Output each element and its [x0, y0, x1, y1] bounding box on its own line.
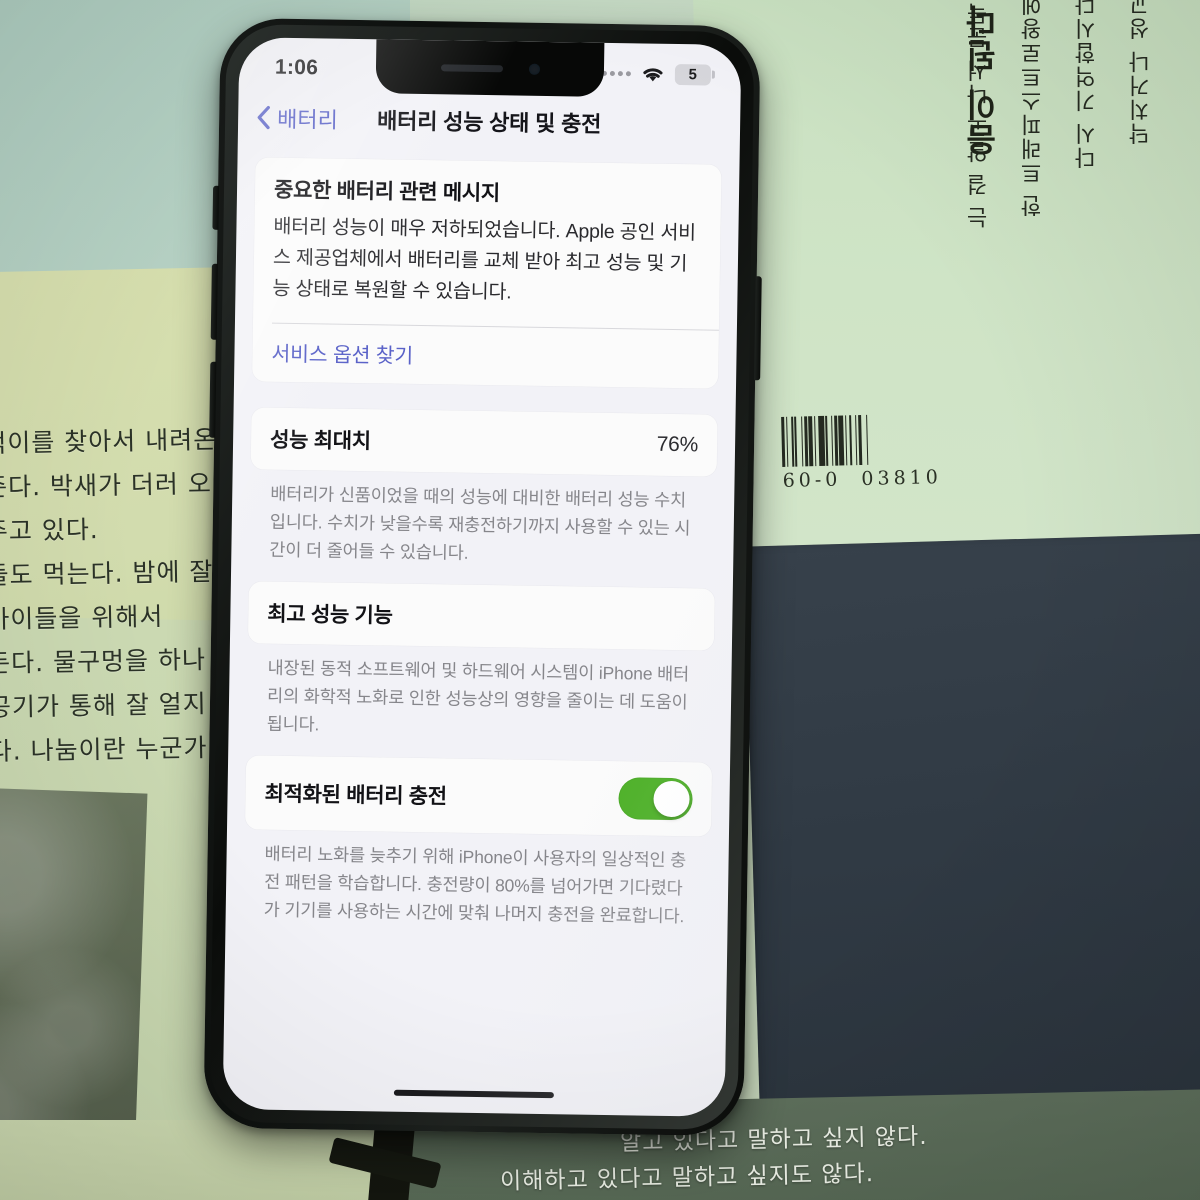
mute-switch-button[interactable] — [212, 185, 220, 230]
photo-scene: 닥치거나 성교 다시 기억합시다 한 트래피스트로왕에 는 걸 알고 나서 문득… — [0, 0, 1200, 1200]
background-vertical-column: 다시 기억합시다 — [1075, 0, 1100, 169]
optimized-battery-charging-row: 최적화된 배터리 충전 — [245, 755, 712, 836]
settings-content: 중요한 배터리 관련 메시지 배터리 성능이 매우 저하되었습니다. Apple… — [226, 143, 740, 930]
barcode-digits: 60-0 03810 — [782, 466, 943, 492]
maximum-capacity-footnote: 배터리가 신품이었을 때의 성능에 대비한 배터리 성능 수치입니다. 수치가 … — [269, 483, 691, 563]
status-bar-time: 1:06 — [274, 55, 319, 80]
status-bar-indicators: 5 — [601, 56, 712, 86]
back-button-label: 배터리 — [276, 106, 339, 133]
wifi-icon — [640, 64, 666, 83]
maximum-capacity-label: 성능 최대치 — [269, 428, 371, 453]
volume-down-button[interactable] — [209, 361, 217, 438]
peak-performance-row[interactable]: 최고 성능 기능 — [248, 581, 715, 650]
background-barcode: 60-0 03810 — [781, 413, 942, 492]
home-indicator[interactable] — [393, 1089, 554, 1099]
important-message-body: 배터리 성능이 매우 저하되었습니다. Apple 공인 서비스 제공업체에서 … — [272, 215, 697, 304]
cellular-signal-icon — [601, 70, 631, 76]
background-slate-book-cover — [743, 533, 1200, 1127]
background-vertical-column: 한 트래피스트로왕에 — [1021, 0, 1046, 217]
maximum-capacity-row[interactable]: 성능 최대치 76% — [251, 407, 718, 476]
phone-screen: 1:06 5 배터리 배터리 성능 상태 및 충전 중요한 배터리 관련 메시지… — [222, 37, 742, 1117]
background-vertical-title: 음이 된다 — [964, 2, 1002, 157]
battery-level-indicator: 5 — [674, 63, 712, 86]
peak-performance-label: 최고 성능 기능 — [267, 602, 393, 628]
chevron-left-icon — [256, 105, 270, 130]
optimized-battery-charging-toggle[interactable] — [618, 776, 693, 820]
barcode-bars — [781, 413, 941, 467]
toggle-knob — [653, 780, 690, 817]
maximum-capacity-value: 76% — [656, 432, 699, 456]
display-notch — [375, 39, 605, 97]
navigation-bar: 배터리 배터리 성능 상태 및 충전 — [238, 91, 741, 151]
earpiece-speaker-icon — [440, 63, 503, 72]
find-service-options-link[interactable]: 서비스 옵션 찾기 — [252, 323, 719, 388]
optimized-battery-charging-card: 최적화된 배터리 충전 — [245, 754, 713, 837]
important-message-title: 중요한 배터리 관련 메시지 — [273, 178, 501, 206]
optimized-battery-charging-footnote: 배터리 노화를 늦추기 위해 iPhone이 사용자의 일상적인 충전 패턴을 … — [263, 843, 687, 926]
background-vertical-column: 닥치거나 성교 — [1129, 0, 1154, 145]
back-button[interactable]: 배터리 — [256, 101, 338, 134]
front-camera-icon — [528, 63, 540, 75]
optimized-battery-charging-label: 최적화된 배터리 충전 — [264, 782, 447, 808]
important-message-body-wrap: 중요한 배터리 관련 메시지 배터리 성능이 매우 저하되었습니다. Apple… — [253, 157, 722, 329]
iphone-device: 1:06 5 배터리 배터리 성능 상태 및 충전 중요한 배터리 관련 메시지… — [203, 17, 762, 1137]
peak-performance-card: 최고 성능 기능 — [247, 580, 715, 651]
important-battery-message-card: 중요한 배터리 관련 메시지 배터리 성능이 매우 저하되었습니다. Apple… — [252, 157, 722, 389]
peak-performance-footnote: 내장된 동적 소프트웨어 및 하드웨어 시스템이 iPhone 배터리의 화학적… — [266, 657, 690, 734]
maximum-capacity-card: 성능 최대치 76% — [250, 406, 718, 477]
volume-up-button[interactable] — [210, 263, 218, 340]
